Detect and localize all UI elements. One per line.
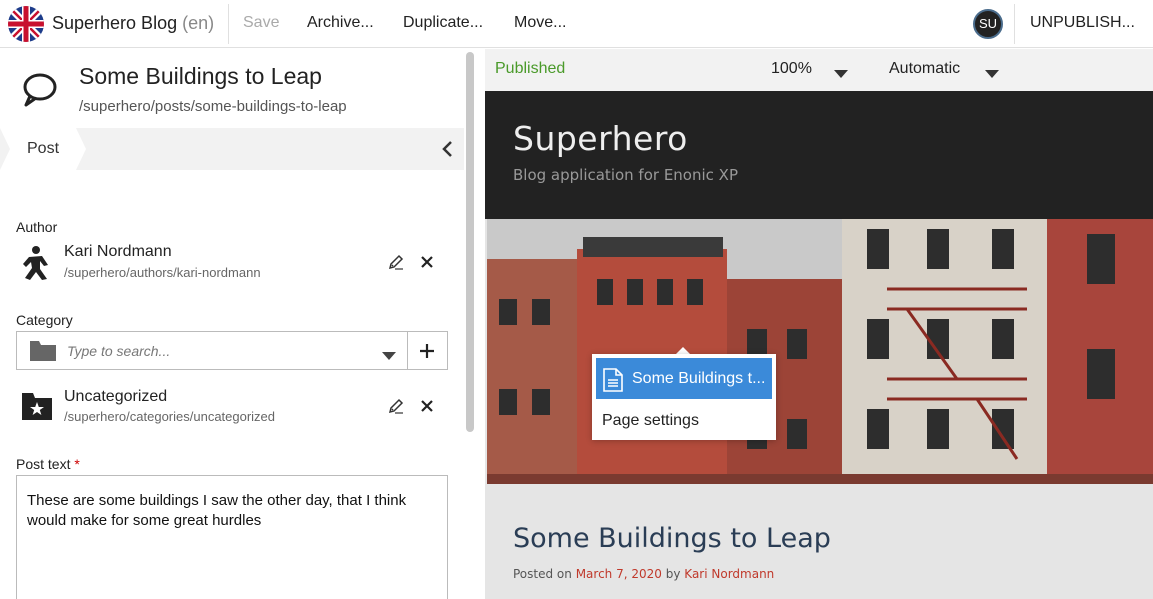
top-toolbar: Superhero Blog (en) Save Archive... Dupl… — [0, 0, 1153, 48]
combo-separator — [407, 332, 408, 369]
dropdown-arrow-icon[interactable] — [382, 347, 396, 360]
panel-splitter[interactable] — [476, 49, 485, 599]
content-wizard-panel: Some Buildings to Leap /superhero/posts/… — [0, 49, 464, 599]
posted-on-label: Posted on — [513, 567, 572, 581]
speech-bubble-icon — [18, 69, 62, 113]
content-path[interactable]: /superhero/posts/some-buildings-to-leap — [79, 98, 347, 115]
author-label: Author — [16, 219, 58, 235]
document-icon — [603, 368, 623, 392]
post-text-editor[interactable]: These are some buildings I saw the other… — [16, 475, 448, 599]
user-avatar[interactable]: SU — [973, 9, 1003, 39]
author-path: /superhero/authors/kari-nordmann — [64, 265, 261, 280]
site-name[interactable]: Superhero — [513, 119, 688, 158]
app-language: (en) — [182, 13, 215, 33]
save-button[interactable]: Save — [243, 14, 279, 32]
zoom-select[interactable]: 100% — [771, 60, 812, 78]
folder-star-icon — [22, 392, 52, 422]
category-path: /superhero/categories/uncategorized — [64, 409, 276, 424]
content-display-name[interactable]: Some Buildings to Leap — [79, 63, 322, 90]
context-menu-item-label: Some Buildings t... — [632, 370, 766, 387]
scrollbar-thumb[interactable] — [466, 52, 474, 432]
duplicate-button[interactable]: Duplicate... — [403, 14, 483, 32]
toolbar-divider — [228, 4, 229, 44]
context-menu-item-page-settings[interactable]: Page settings — [602, 412, 699, 430]
publish-status: Published — [495, 60, 566, 77]
hero-image[interactable] — [487, 219, 1153, 484]
toolbar-divider — [1014, 4, 1015, 44]
post-author-link[interactable]: Kari Nordmann — [684, 567, 774, 581]
folder-icon — [30, 341, 56, 361]
uk-flag-icon[interactable] — [8, 6, 44, 42]
plus-icon[interactable] — [419, 343, 435, 359]
author-name: Kari Nordmann — [64, 243, 172, 260]
context-menu-item-content[interactable]: Some Buildings t... — [596, 358, 772, 399]
left-panel-scrollbar[interactable] — [466, 52, 474, 432]
archive-button[interactable]: Archive... — [307, 14, 374, 32]
superhero-avatar-icon — [20, 245, 52, 280]
unpublish-button[interactable]: UNPUBLISH... — [1030, 14, 1135, 32]
category-label: Category — [16, 312, 73, 328]
step-tab-label: Post — [27, 140, 60, 157]
chevron-down-icon[interactable] — [834, 65, 848, 78]
by-label: by — [665, 567, 681, 581]
site-header: Superhero Blog application for Enonic XP — [485, 91, 1153, 219]
post-text-label: Post text * — [16, 456, 80, 472]
required-marker: * — [74, 456, 80, 472]
context-menu: Some Buildings t... Page settings — [592, 354, 776, 440]
wizard-step-bar: Post — [0, 128, 464, 170]
site-description: Blog application for Enonic XP — [513, 166, 738, 184]
context-menu-caret — [676, 347, 690, 354]
post-title[interactable]: Some Buildings to Leap — [513, 523, 831, 554]
category-search-input[interactable] — [67, 333, 337, 368]
app-name: Superhero Blog — [52, 13, 178, 33]
chevron-down-icon[interactable] — [985, 65, 999, 78]
app-title[interactable]: Superhero Blog (en) — [52, 13, 214, 34]
category-name: Uncategorized — [64, 388, 168, 405]
post-text-label-text: Post text — [16, 456, 71, 472]
device-select[interactable]: Automatic — [889, 60, 960, 78]
edit-icon[interactable] — [387, 397, 405, 415]
remove-icon[interactable] — [419, 398, 437, 416]
post-meta: Posted on March 7, 2020 by Kari Nordmann — [513, 567, 774, 581]
chevron-left-icon[interactable] — [438, 139, 458, 159]
post-date-link[interactable]: March 7, 2020 — [576, 567, 662, 581]
category-combobox[interactable] — [16, 331, 448, 370]
preview-toolbar: Published 100% Automatic — [485, 49, 1153, 91]
move-button[interactable]: Move... — [514, 14, 566, 32]
edit-icon[interactable] — [387, 253, 405, 271]
remove-icon[interactable] — [419, 254, 437, 272]
page-preview[interactable]: Superhero Blog application for Enonic XP — [485, 91, 1153, 599]
